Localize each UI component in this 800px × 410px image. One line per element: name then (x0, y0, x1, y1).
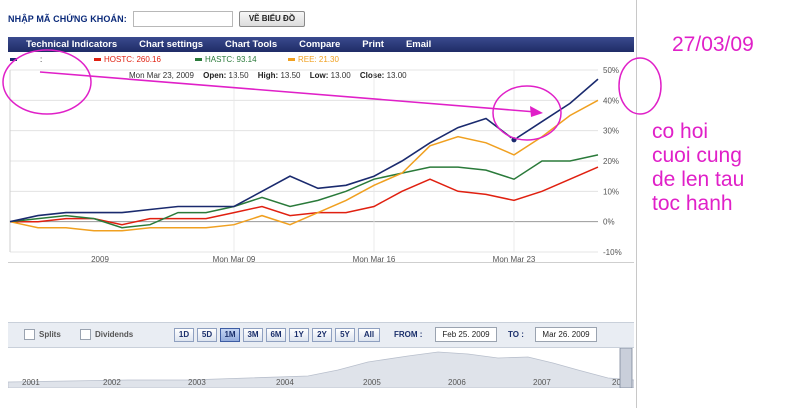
from-date-input[interactable]: Feb 25. 2009 (435, 327, 497, 342)
annotation-arrow-head (530, 106, 543, 117)
range-button-6m[interactable]: 6M (266, 328, 286, 342)
annotation-date: 27/03/09 (672, 33, 754, 56)
overview-year-label: 2005 (363, 378, 381, 387)
range-button-2y[interactable]: 2Y (312, 328, 332, 342)
dividends-label: Dividends (95, 330, 134, 339)
annotation-line: co hoi (652, 120, 709, 143)
y-tick-label: 40% (603, 96, 619, 105)
range-button-1d[interactable]: 1D (174, 328, 194, 342)
range-button-5y[interactable]: 5Y (335, 328, 355, 342)
overview-year-label: 2004 (276, 378, 294, 387)
overview-navigator[interactable]: 20012002200320042005200620072008 (8, 348, 634, 388)
series-line-hostc (10, 166, 599, 226)
from-label: FROM : (394, 330, 423, 339)
range-control-bar: Splits Dividends 1D 5D 1M 3M 6M 1Y 2Y 5Y All FRO… (8, 322, 634, 348)
range-button-5d[interactable]: 5D (197, 328, 217, 342)
overview-year-label: 2001 (22, 378, 40, 387)
overview-year-label: 2007 (533, 378, 551, 387)
range-button-1m[interactable]: 1M (220, 328, 240, 342)
range-button-all[interactable]: All (358, 328, 380, 342)
overview-year-label: 2002 (103, 378, 121, 387)
annotation-line: toc hanh (652, 192, 733, 215)
annotation-circle-left (2, 49, 92, 115)
range-buttons: 1D 5D 1M 3M 6M 1Y 2Y 5Y All (174, 328, 380, 342)
to-label: TO : (508, 330, 524, 339)
annotation-line: de len tau (652, 168, 745, 191)
splits-label: Splits (39, 330, 61, 339)
overview-year-label: 2006 (448, 378, 466, 387)
splits-checkbox[interactable] (24, 329, 35, 340)
series-line-ree (9, 99, 599, 232)
annotation-circle-edge (618, 57, 662, 115)
y-tick-label: 20% (603, 157, 619, 166)
annotation-line: cuoi cung (652, 144, 742, 167)
dividends-checkbox[interactable] (80, 329, 91, 340)
range-button-1y[interactable]: 1Y (289, 328, 309, 342)
chart-lower-pane (8, 262, 634, 321)
range-button-3m[interactable]: 3M (243, 328, 263, 342)
overview-window-handle[interactable] (619, 348, 633, 388)
y-tick-label: 0% (603, 218, 615, 227)
overview-year-label: 2003 (188, 378, 206, 387)
annotation-arrow-shaft (39, 71, 537, 113)
y-tick-label: 50% (603, 66, 619, 75)
annotation-text: co hoi cuoi cung de len tau toc hanh (652, 120, 744, 216)
y-tick-label: 30% (603, 127, 619, 136)
to-date-input[interactable]: Mar 26. 2009 (535, 327, 597, 342)
dividends-toggle[interactable]: Dividends (80, 329, 133, 340)
y-tick-label: 10% (603, 187, 619, 196)
splits-toggle[interactable]: Splits (24, 329, 61, 340)
y-tick-label: -10% (603, 248, 622, 257)
